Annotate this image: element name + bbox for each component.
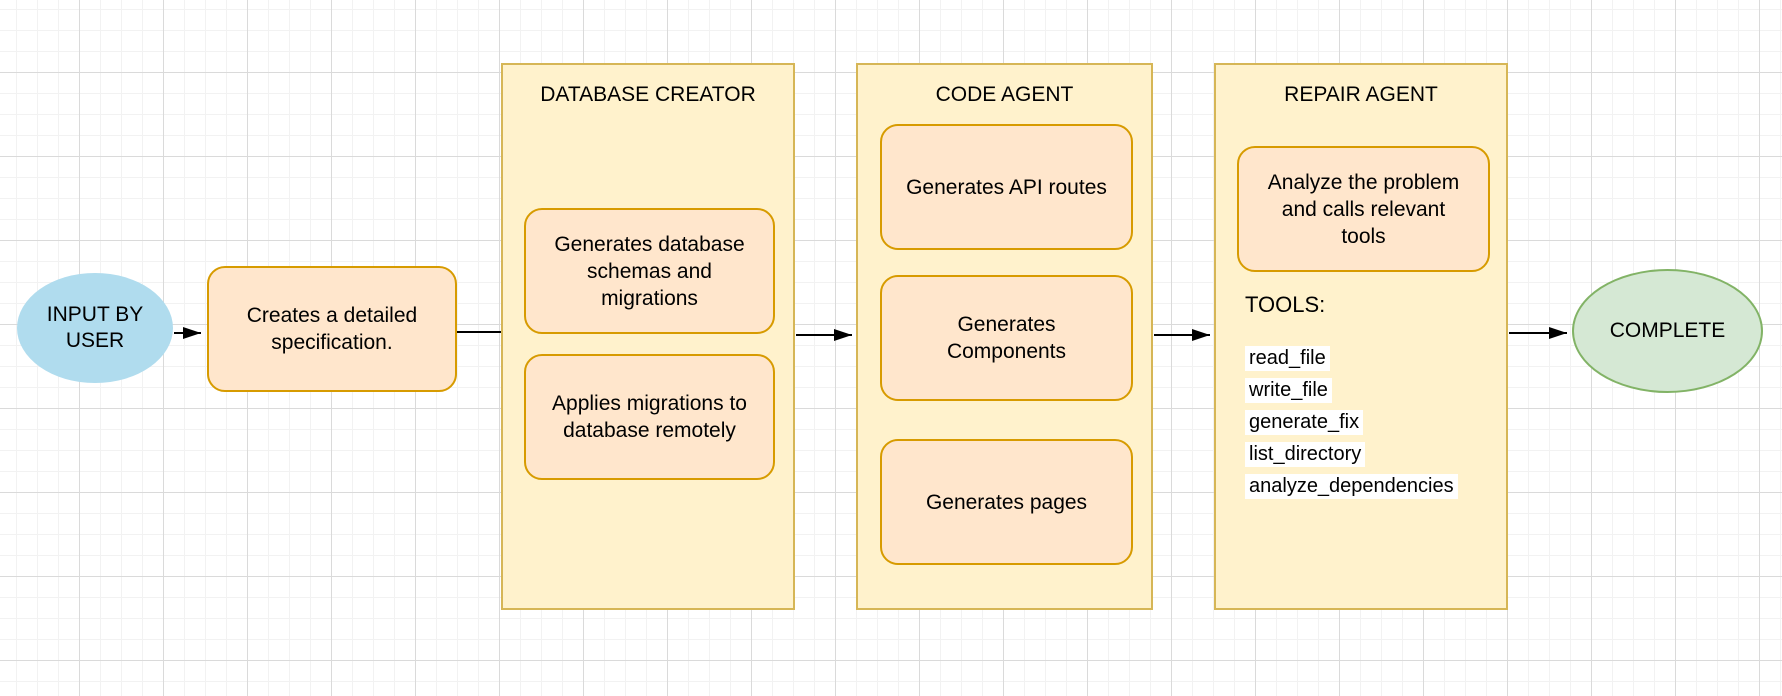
node-applies-migrations[interactable]: Applies migrations to database remotely xyxy=(524,354,775,480)
complete-label: COMPLETE xyxy=(1609,319,1726,342)
generates-components-label: Generates Components xyxy=(946,313,1067,363)
repair-agent-title: REPAIR AGENT xyxy=(1284,83,1438,106)
tool-item: list_directory xyxy=(1245,442,1458,467)
tool-item: analyze_dependencies xyxy=(1245,474,1458,499)
node-generates-schemas-migrations[interactable]: Generates database schemas and migration… xyxy=(524,208,775,334)
node-generates-components[interactable]: Generates Components xyxy=(880,275,1133,401)
tools-section: TOOLS: read_file write_file generate_fix… xyxy=(1245,293,1458,506)
tools-heading: TOOLS: xyxy=(1245,292,1326,317)
container-code-agent[interactable]: CODE AGENT Generates API routes Generate… xyxy=(856,63,1153,610)
tool-item: write_file xyxy=(1245,378,1458,403)
tool-write-file: write_file xyxy=(1245,378,1332,403)
generates-api-routes-label: Generates API routes xyxy=(906,175,1107,199)
node-analyze-problem[interactable]: Analyze the problem and calls relevant t… xyxy=(1237,146,1490,272)
node-creates-specification[interactable]: Creates a detailed specification. xyxy=(207,266,457,392)
tool-item: read_file xyxy=(1245,346,1458,371)
tool-analyze-dependencies: analyze_dependencies xyxy=(1245,474,1458,499)
tool-item: generate_fix xyxy=(1245,410,1458,435)
node-input-by-user[interactable]: INPUT BY USER xyxy=(17,273,173,383)
generates-pages-label: Generates pages xyxy=(925,490,1088,514)
applies-migrations-label: Applies migrations to database remotely xyxy=(552,392,747,442)
tool-read-file: read_file xyxy=(1245,346,1330,371)
database-creator-title: DATABASE CREATOR xyxy=(540,83,756,106)
container-database-creator[interactable]: DATABASE CREATOR Generates database sche… xyxy=(501,63,795,610)
container-repair-agent[interactable]: REPAIR AGENT Analyze the problem and cal… xyxy=(1214,63,1508,610)
node-generates-api-routes[interactable]: Generates API routes xyxy=(880,124,1133,250)
tool-generate-fix: generate_fix xyxy=(1245,410,1364,435)
input-by-user-label: INPUT BY USER xyxy=(46,303,144,352)
generates-schemas-migrations-label: Generates database schemas and migration… xyxy=(554,232,745,310)
node-complete[interactable]: COMPLETE xyxy=(1572,269,1763,393)
creates-specification-label: Creates a detailed specification. xyxy=(246,304,418,354)
code-agent-title: CODE AGENT xyxy=(935,83,1074,106)
tool-list-directory: list_directory xyxy=(1245,442,1366,467)
node-generates-pages[interactable]: Generates pages xyxy=(880,439,1133,565)
diagram-canvas: INPUT BY USER Creates a detailed specifi… xyxy=(0,0,1782,696)
analyze-problem-label: Analyze the problem and calls relevant t… xyxy=(1267,170,1460,248)
